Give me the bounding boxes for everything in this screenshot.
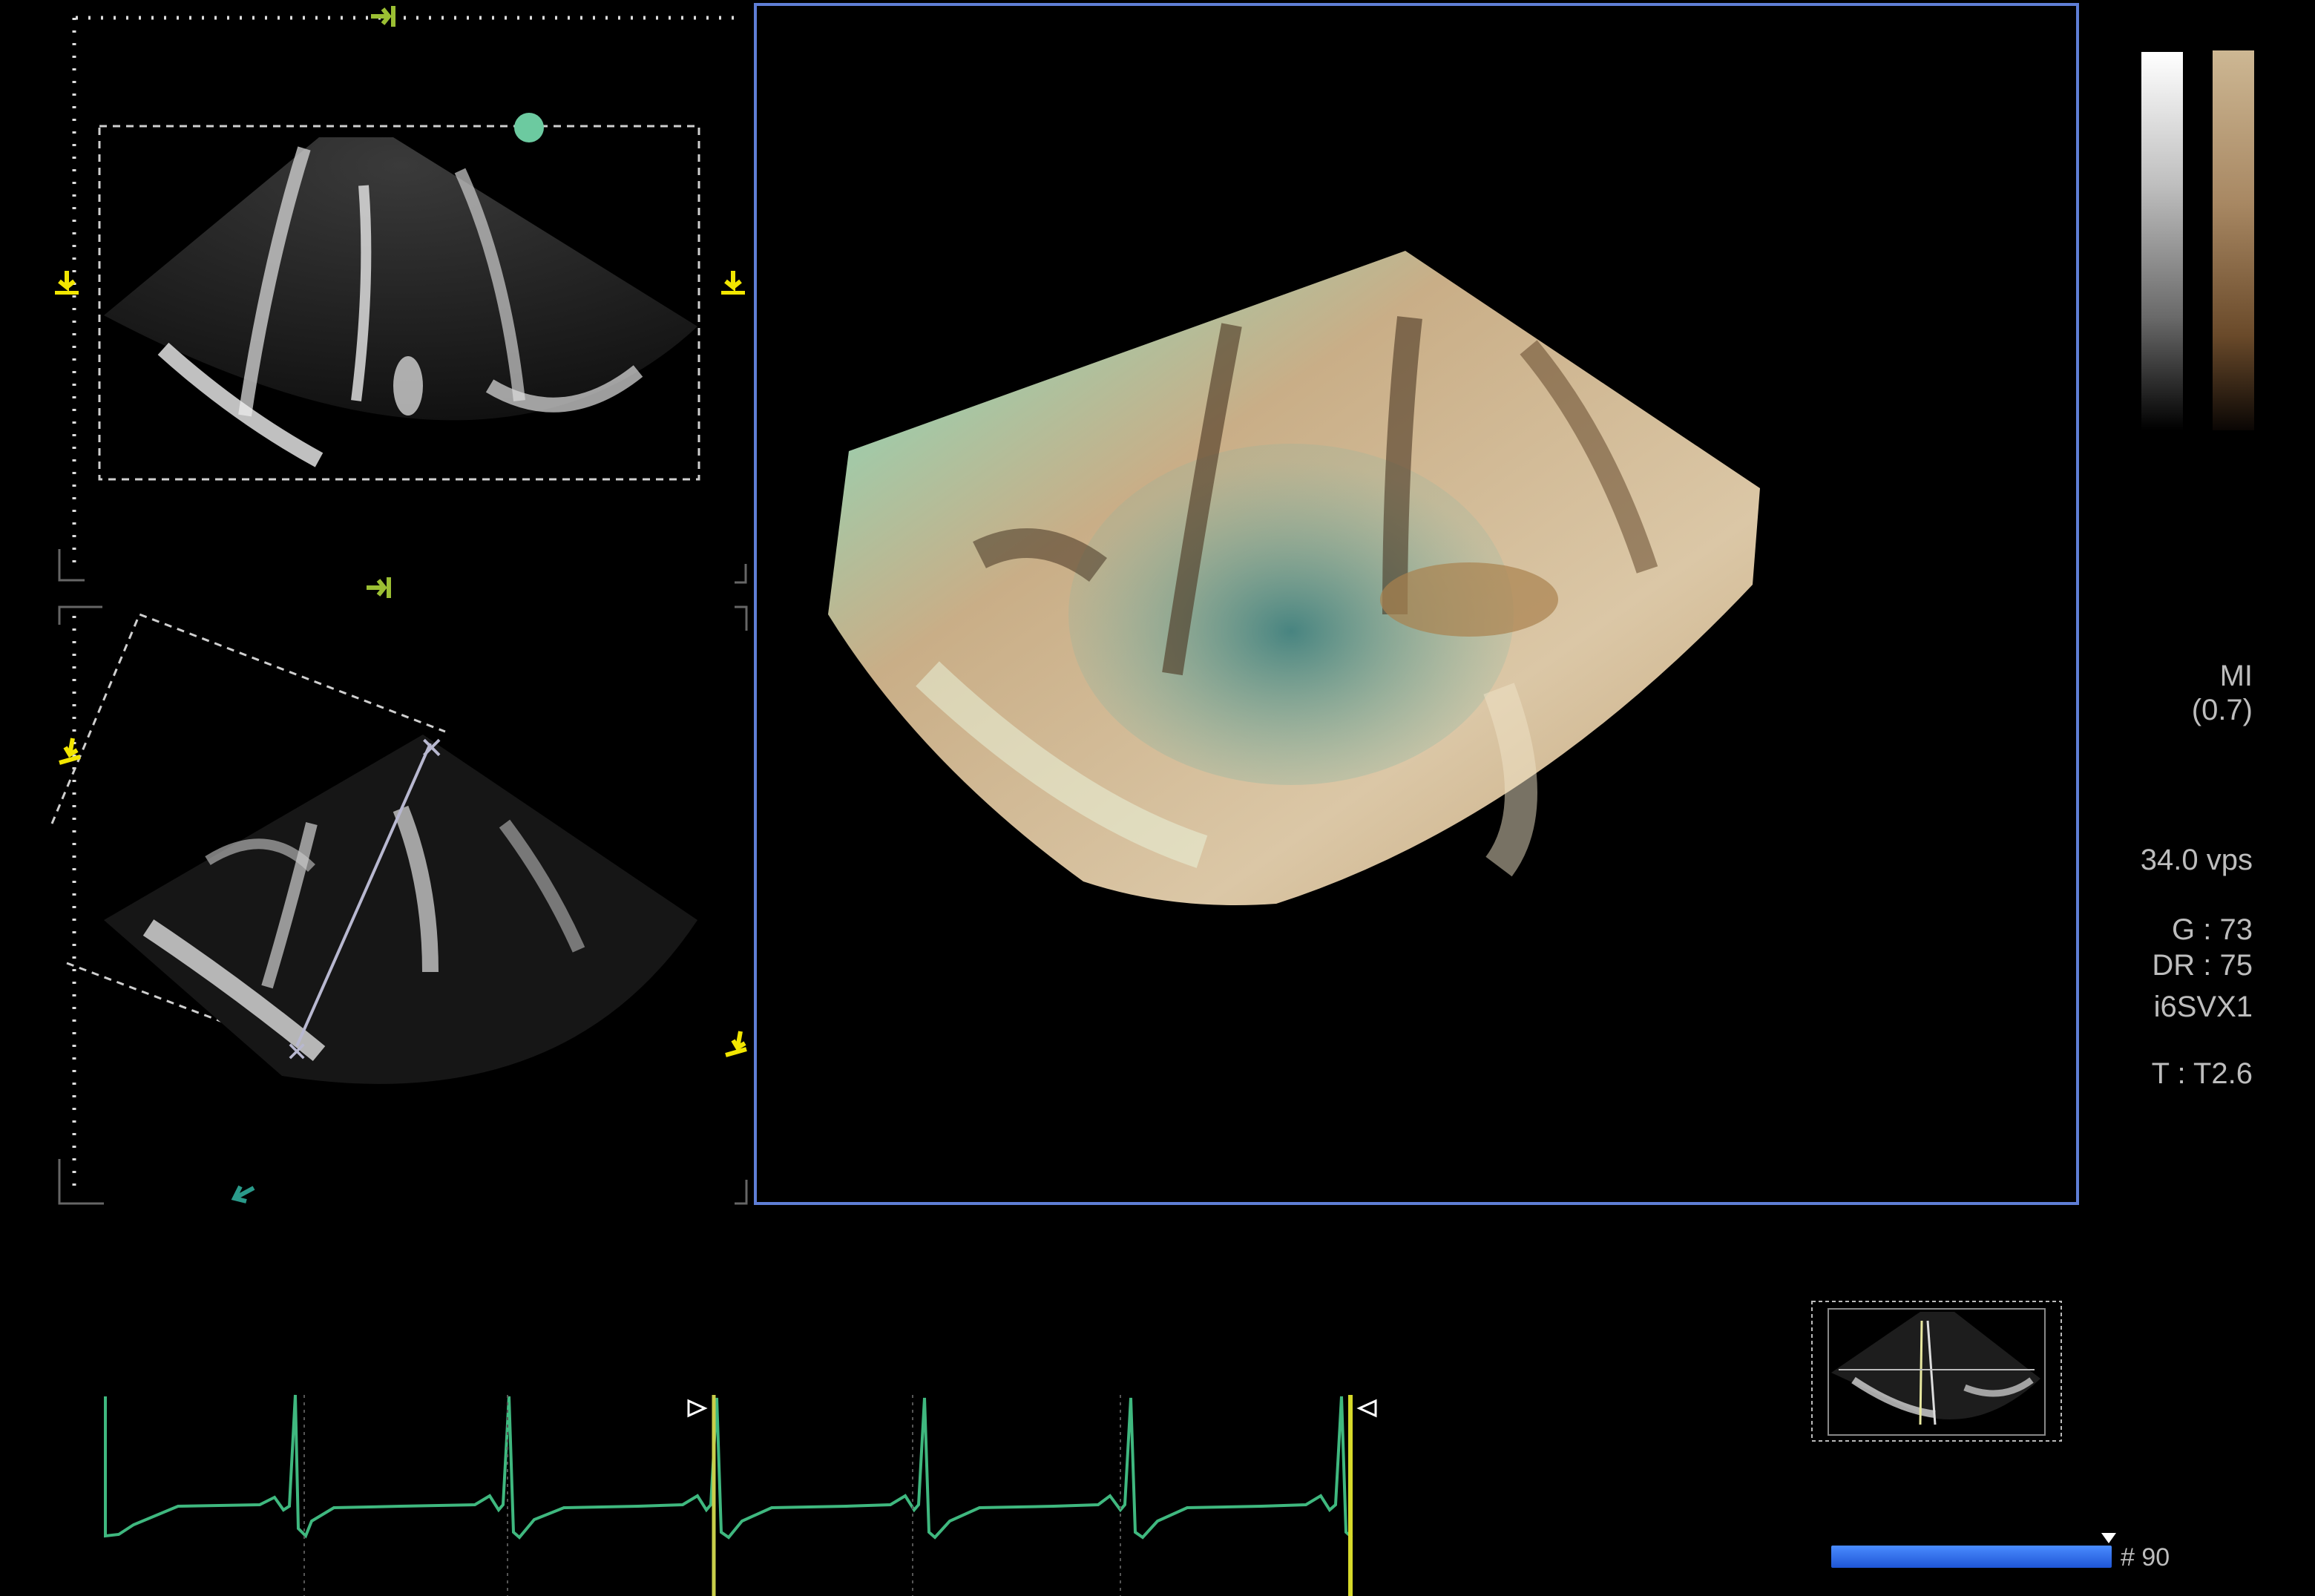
mi-label: MI	[2219, 660, 2253, 692]
arrow-marker-icon	[231, 1185, 255, 1203]
caliper-icon: ✕	[419, 732, 444, 766]
ecg-trace	[104, 1394, 1353, 1540]
dynamic-range-readout: DR : 75	[2152, 949, 2253, 982]
cine-playhead-icon[interactable]	[2101, 1533, 2116, 1543]
left-bracket-icon	[687, 1399, 708, 1418]
circle-handle-icon	[514, 113, 544, 142]
gain-readout: G : 73	[2172, 913, 2253, 946]
volume-render-viewport[interactable]	[754, 3, 2079, 1205]
temperature-readout: T : T2.6	[2151, 1057, 2253, 1090]
mi-value: (0.7)	[2191, 694, 2253, 726]
ecg-strip[interactable]	[89, 1380, 1395, 1596]
grayscale-map-bar	[2141, 52, 2183, 430]
frame-number: # 90	[2121, 1543, 2170, 1572]
echo-sector-b	[104, 735, 697, 1084]
color-map-bar	[2213, 50, 2254, 430]
caliper-icon: ✕	[286, 1037, 308, 1068]
volume-rate: 34.0 vps	[2140, 844, 2253, 876]
probe-readout: i6SVX1	[2153, 991, 2253, 1023]
volume-thumbnail-icon[interactable]	[1809, 1298, 2064, 1444]
right-bracket-icon	[1356, 1399, 1377, 1418]
mpr-plane-a[interactable]	[45, 0, 757, 601]
cine-progress-bar[interactable]	[1831, 1546, 2112, 1568]
mpr-plane-b[interactable]: ✕ ✕	[45, 601, 757, 1209]
